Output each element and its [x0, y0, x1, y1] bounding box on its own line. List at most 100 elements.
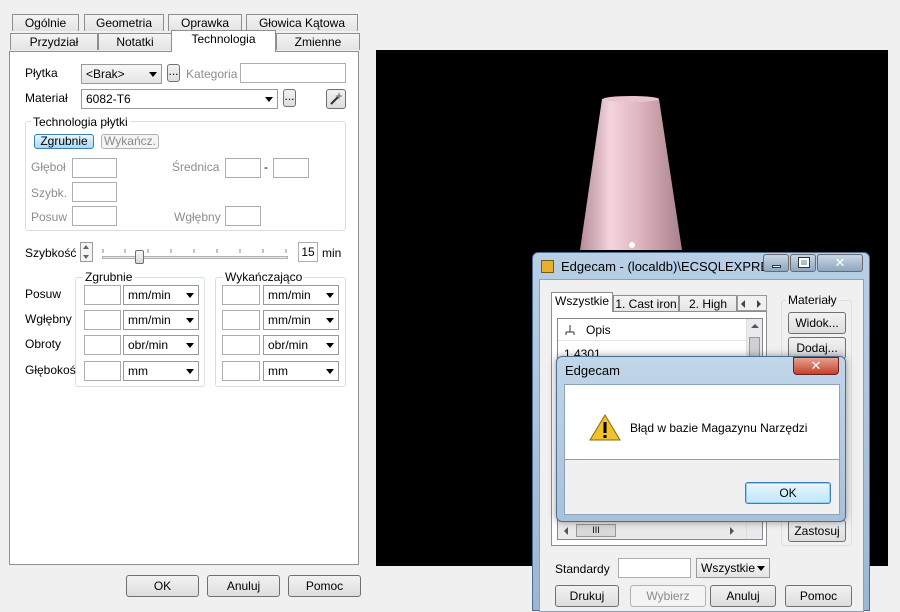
- maximize-icon: [798, 257, 810, 268]
- zgrubnie-glebokosc-unit-select[interactable]: mm: [123, 361, 199, 381]
- szybkosc-value[interactable]: 15: [298, 242, 318, 262]
- chevron-down-icon: [326, 343, 334, 348]
- wykanczajaco-posuw-input[interactable]: [222, 285, 260, 305]
- unit-value: mm/min: [268, 288, 311, 302]
- tab-notatki[interactable]: Notatki: [98, 33, 172, 50]
- szybkosc-unit: min: [322, 246, 342, 260]
- close-button[interactable]: ✕: [817, 254, 863, 272]
- material-value: 6082-T6: [86, 92, 131, 106]
- tab-high-ten[interactable]: 2. High ten: [679, 295, 737, 312]
- zastosuj-button[interactable]: Zastosuj: [788, 520, 846, 542]
- zgrubnie-wglebny-unit-select[interactable]: mm/min: [123, 310, 199, 330]
- wglebny-tech-input[interactable]: [225, 206, 261, 226]
- chevron-down-icon: [326, 293, 334, 298]
- zgrubnie-obroty-input[interactable]: [84, 335, 121, 355]
- kategoria-label: Kategoria: [186, 67, 238, 81]
- posuw-tech-input[interactable]: [72, 206, 117, 226]
- wykanczajaco-wglebny-unit-select[interactable]: mm/min: [263, 310, 339, 330]
- error-ok-button[interactable]: OK: [745, 482, 831, 504]
- ok-button[interactable]: OK: [126, 575, 199, 597]
- zgrubnie-toggle-button[interactable]: Zgrubnie: [34, 134, 94, 149]
- zgrubnie-posuw-input[interactable]: [84, 285, 121, 305]
- pomoc-button[interactable]: Pomoc: [785, 585, 852, 607]
- wykanczajaco-posuw-unit-select[interactable]: mm/min: [263, 285, 339, 305]
- minimize-button[interactable]: [763, 254, 789, 272]
- chevron-down-icon: [149, 72, 157, 77]
- plytka-value: <Brak>: [86, 67, 125, 81]
- szybkosc-label: Szybkość: [25, 246, 77, 260]
- wykanczajaco-glebokosc-input[interactable]: [222, 361, 260, 381]
- tab-geometria[interactable]: Geometria: [84, 14, 164, 31]
- chevron-down-icon: [186, 318, 194, 323]
- tree-icon: [565, 325, 575, 335]
- anuluj-button[interactable]: Anuluj: [710, 585, 776, 607]
- spin-up-icon: [83, 245, 89, 249]
- tab-ogolnie[interactable]: Ogólnie: [12, 14, 79, 31]
- help-button[interactable]: Pomoc: [288, 575, 361, 597]
- maximize-button[interactable]: [790, 254, 816, 272]
- srednica-dash: -: [264, 160, 268, 174]
- unit-value: obr/min: [268, 338, 309, 352]
- hscroll-thumb[interactable]: III: [576, 524, 616, 537]
- wykanczajaco-wglebny-input[interactable]: [222, 310, 260, 330]
- list-horizontal-scrollbar[interactable]: III: [558, 521, 746, 539]
- wykanczajaco-group-title: Wykańczająco: [223, 270, 305, 284]
- wykancz-toggle-button[interactable]: Wykańcz.: [101, 134, 159, 149]
- wybierz-button[interactable]: Wybierz: [630, 585, 706, 607]
- wykanczajaco-obroty-input[interactable]: [222, 335, 260, 355]
- srednica-max-input[interactable]: [273, 158, 309, 178]
- szybk-input[interactable]: [72, 182, 117, 202]
- szybk-label: Szybk.: [31, 186, 68, 200]
- scroll-thumb[interactable]: [749, 337, 760, 357]
- warning-icon: [589, 414, 621, 441]
- list-header-opis: Opis: [586, 323, 611, 337]
- tab-cast-iron[interactable]: 1. Cast iron: [613, 295, 679, 312]
- magic-wand-icon: [330, 92, 343, 105]
- tab-scroll-buttons[interactable]: [737, 295, 767, 311]
- posuw-tech-label: Posuw: [31, 210, 68, 224]
- close-icon: ✕: [834, 255, 846, 270]
- widok-button[interactable]: Widok...: [788, 312, 846, 334]
- cancel-button[interactable]: Anuluj: [207, 575, 280, 597]
- szybkosc-spinner[interactable]: [80, 242, 93, 262]
- wykanczajaco-obroty-unit-select[interactable]: obr/min: [263, 335, 339, 355]
- zgrubnie-glebokosc-input[interactable]: [84, 361, 121, 381]
- tab-wszystkie[interactable]: Wszystkie: [551, 292, 613, 312]
- standardy-select-value: Wszystkie: [701, 561, 755, 575]
- magic-wand-button[interactable]: [326, 89, 346, 109]
- szybkosc-slider-track[interactable]: [102, 256, 288, 259]
- standardy-label: Standardy: [555, 562, 610, 576]
- zgrubnie-group-title: Zgrubnie: [83, 270, 135, 284]
- wykanczajaco-glebokosc-unit-select[interactable]: mm: [263, 361, 339, 381]
- tab-technologia[interactable]: Technologia: [171, 30, 276, 52]
- zgrubnie-obroty-unit-select[interactable]: obr/min: [123, 335, 199, 355]
- tab-przydzial[interactable]: Przydział: [10, 33, 98, 50]
- glebol-input[interactable]: [72, 158, 117, 178]
- tab-glowica-katowa[interactable]: Głowica Kątowa: [246, 14, 358, 31]
- plytka-select[interactable]: <Brak>: [81, 64, 162, 84]
- material-select[interactable]: 6082-T6: [81, 89, 278, 109]
- material-more-button[interactable]: ...: [283, 89, 296, 107]
- zgrubnie-wglebny-input[interactable]: [84, 310, 121, 330]
- plytka-more-button[interactable]: ...: [167, 64, 180, 82]
- chevron-left-icon: [564, 527, 568, 535]
- chevron-down-icon: [757, 566, 765, 571]
- szybkosc-slider-thumb[interactable]: [135, 250, 145, 264]
- drukuj-button[interactable]: Drukuj: [555, 585, 619, 607]
- close-icon: ✕: [810, 358, 822, 373]
- standardy-select[interactable]: Wszystkie: [696, 558, 770, 578]
- error-close-button[interactable]: ✕: [793, 357, 839, 375]
- zgrubnie-posuw-unit-select[interactable]: mm/min: [123, 285, 199, 305]
- plytka-label: Płytka: [25, 66, 58, 80]
- slider-ticks: [102, 244, 288, 253]
- tab-oprawka[interactable]: Oprawka: [168, 14, 242, 31]
- wglebny-label: Wgłębny: [25, 312, 72, 326]
- srednica-min-input[interactable]: [225, 158, 261, 178]
- glebol-label: Głęboł: [31, 160, 66, 174]
- chevron-down-icon: [326, 318, 334, 323]
- standardy-input[interactable]: [618, 558, 691, 578]
- tab-zmienne[interactable]: Zmienne: [276, 33, 360, 50]
- list-header[interactable]: Opis: [558, 319, 746, 341]
- kategoria-input[interactable]: [240, 63, 346, 83]
- minimize-icon: [772, 265, 781, 268]
